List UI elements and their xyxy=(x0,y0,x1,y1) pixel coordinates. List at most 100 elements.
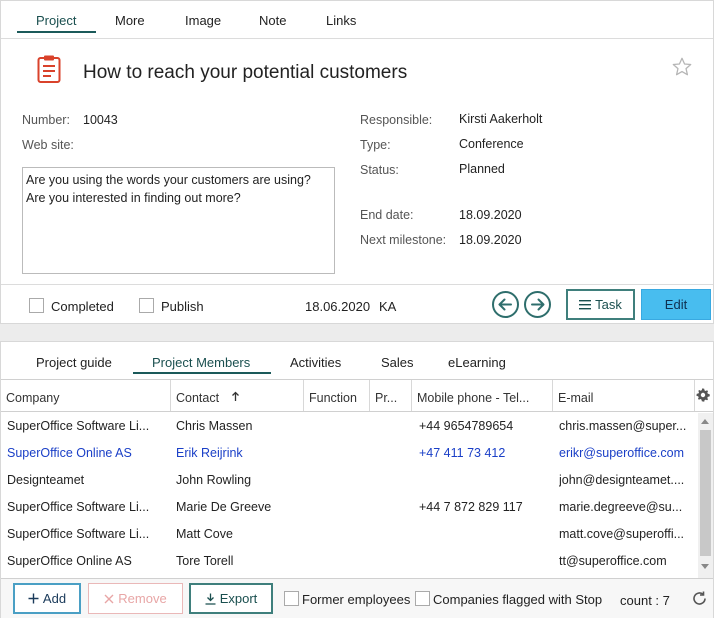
companies-flagged-label: Companies flagged with Stop xyxy=(433,592,603,607)
next-milestone-label: Next milestone: xyxy=(360,233,447,247)
members-panel: Project guide Project Members Activities… xyxy=(0,341,714,618)
edit-button-label: Edit xyxy=(664,297,688,312)
column-header-company-label: Company xyxy=(6,391,60,405)
registered-by-initials: KA xyxy=(379,299,397,314)
tab-project-guide[interactable]: Project guide xyxy=(36,355,112,370)
status-label: Status: xyxy=(360,163,399,177)
menu-lines-icon xyxy=(579,300,592,310)
cell-mobile[interactable]: +47 411 73 412 xyxy=(419,446,549,460)
cell-company: Designteamet xyxy=(7,473,85,487)
publish-checkbox[interactable] xyxy=(139,298,154,313)
scrollbar-thumb[interactable] xyxy=(700,430,711,556)
add-button-label: Add xyxy=(42,591,67,606)
column-header-function-label: Function xyxy=(309,391,357,405)
remove-button-label: Remove xyxy=(118,591,167,606)
project-card: Project More Image Note Links How to rea… xyxy=(0,0,714,324)
members-grid-footer: Add Remove Export Former employees Compa… xyxy=(1,578,713,618)
edit-button[interactable]: Edit xyxy=(641,289,711,320)
cell-email: john@designteamet.... xyxy=(559,473,685,487)
table-row[interactable]: SuperOffice Online AS Tore Torell tt@sup… xyxy=(1,548,698,575)
completed-label: Completed xyxy=(51,299,114,314)
column-header-email[interactable]: E-mail xyxy=(553,380,695,411)
gear-icon[interactable] xyxy=(695,387,711,403)
cell-company: SuperOffice Software Li... xyxy=(7,500,150,514)
table-row[interactable]: Designteamet John Rowling john@designtea… xyxy=(1,467,698,494)
tab-project-members[interactable]: Project Members xyxy=(152,355,250,370)
companies-flagged-checkbox[interactable] xyxy=(415,591,430,606)
add-button[interactable]: Add xyxy=(13,583,81,614)
remove-button[interactable]: Remove xyxy=(88,583,183,614)
status-value: Planned xyxy=(459,162,505,176)
previous-button[interactable] xyxy=(492,291,519,318)
number-label: Number: xyxy=(22,113,70,127)
responsible-value: Kirsti Aakerholt xyxy=(459,112,543,126)
cell-contact: Matt Cove xyxy=(176,527,233,541)
cell-email: chris.massen@super... xyxy=(559,419,687,433)
type-label: Type: xyxy=(360,138,391,152)
cell-contact: John Rowling xyxy=(176,473,252,487)
cell-company: SuperOffice Software Li... xyxy=(7,419,150,433)
column-header-contact-label: Contact xyxy=(176,391,220,405)
tab-note[interactable]: Note xyxy=(259,13,286,28)
export-button-label: Export xyxy=(219,591,258,606)
column-header-function[interactable]: Function xyxy=(304,380,370,411)
column-header-mobile[interactable]: Mobile phone - Tel... xyxy=(412,380,553,411)
cell-company: SuperOffice Online AS xyxy=(7,554,132,568)
cell-email: marie.degreeve@su... xyxy=(559,500,683,514)
scroll-up-arrow-icon[interactable] xyxy=(701,419,709,424)
tab-image[interactable]: Image xyxy=(185,13,221,28)
table-row[interactable]: SuperOffice Software Li... Chris Massen … xyxy=(1,413,698,440)
website-label: Web site: xyxy=(22,138,74,152)
tab-links[interactable]: Links xyxy=(326,13,356,28)
tab-project[interactable]: Project xyxy=(36,13,76,28)
description-line-2: Are you interested in finding out more? xyxy=(26,190,241,205)
tab-elearning[interactable]: eLearning xyxy=(448,355,506,370)
cell-contact: Chris Massen xyxy=(176,419,253,433)
members-grid-body: SuperOffice Software Li... Chris Massen … xyxy=(1,413,698,578)
type-value: Conference xyxy=(459,137,524,151)
project-title: How to reach your potential customers xyxy=(83,62,408,83)
cell-email: tt@superoffice.com xyxy=(559,554,667,568)
export-button[interactable]: Export xyxy=(189,583,273,614)
grid-scrollbar[interactable] xyxy=(698,413,713,578)
tab-activities[interactable]: Activities xyxy=(290,355,341,370)
responsible-label: Responsible: xyxy=(360,113,433,127)
cell-contact[interactable]: Erik Reijrink xyxy=(176,446,301,460)
arrow-right-icon xyxy=(531,298,545,311)
plus-icon xyxy=(28,593,39,604)
registered-date: 18.06.2020 xyxy=(305,299,371,314)
task-button[interactable]: Task xyxy=(566,289,635,320)
table-row[interactable]: SuperOffice Online AS Erik Reijrink +47 … xyxy=(1,440,698,467)
cell-company: SuperOffice Software Li... xyxy=(7,527,150,541)
end-date-label: End date: xyxy=(360,208,414,222)
cell-contact: Marie De Greeve xyxy=(176,500,272,514)
refresh-icon[interactable] xyxy=(691,590,708,607)
cell-email[interactable]: erikr@superoffice.com xyxy=(559,446,696,460)
project-clipboard-icon xyxy=(37,55,61,83)
table-row[interactable]: SuperOffice Software Li... Marie De Gree… xyxy=(1,494,698,521)
next-button[interactable] xyxy=(524,291,551,318)
section-tabbar: Project guide Project Members Activities… xyxy=(1,342,713,378)
scroll-down-arrow-icon[interactable] xyxy=(701,564,709,569)
members-count: count : 7 xyxy=(620,593,670,608)
cell-mobile: +44 9654789654 xyxy=(419,419,514,433)
active-tab-indicator xyxy=(17,31,96,33)
cell-company[interactable]: SuperOffice Online AS xyxy=(7,446,167,460)
column-header-contact[interactable]: Contact xyxy=(171,380,304,411)
completed-checkbox[interactable] xyxy=(29,298,44,313)
column-header-pr-label: Pr... xyxy=(375,391,398,405)
former-employees-label: Former employees xyxy=(302,592,411,607)
former-employees-checkbox[interactable] xyxy=(284,591,299,606)
favorite-star-icon[interactable] xyxy=(671,56,693,78)
members-grid-header: Company Contact Function Pr... Mobile ph… xyxy=(1,379,713,412)
table-row[interactable]: SuperOffice Software Li... Matt Cove mat… xyxy=(1,521,698,548)
column-header-email-label: E-mail xyxy=(558,391,594,405)
project-description: Are you using the words your customers a… xyxy=(22,167,335,274)
end-date-value: 18.09.2020 xyxy=(459,208,522,222)
column-header-pr[interactable]: Pr... xyxy=(370,380,412,411)
tab-sales[interactable]: Sales xyxy=(381,355,414,370)
cell-contact: Tore Torell xyxy=(176,554,234,568)
next-milestone-value: 18.09.2020 xyxy=(459,233,522,247)
column-header-company[interactable]: Company xyxy=(1,380,171,411)
tab-more[interactable]: More xyxy=(115,13,145,28)
